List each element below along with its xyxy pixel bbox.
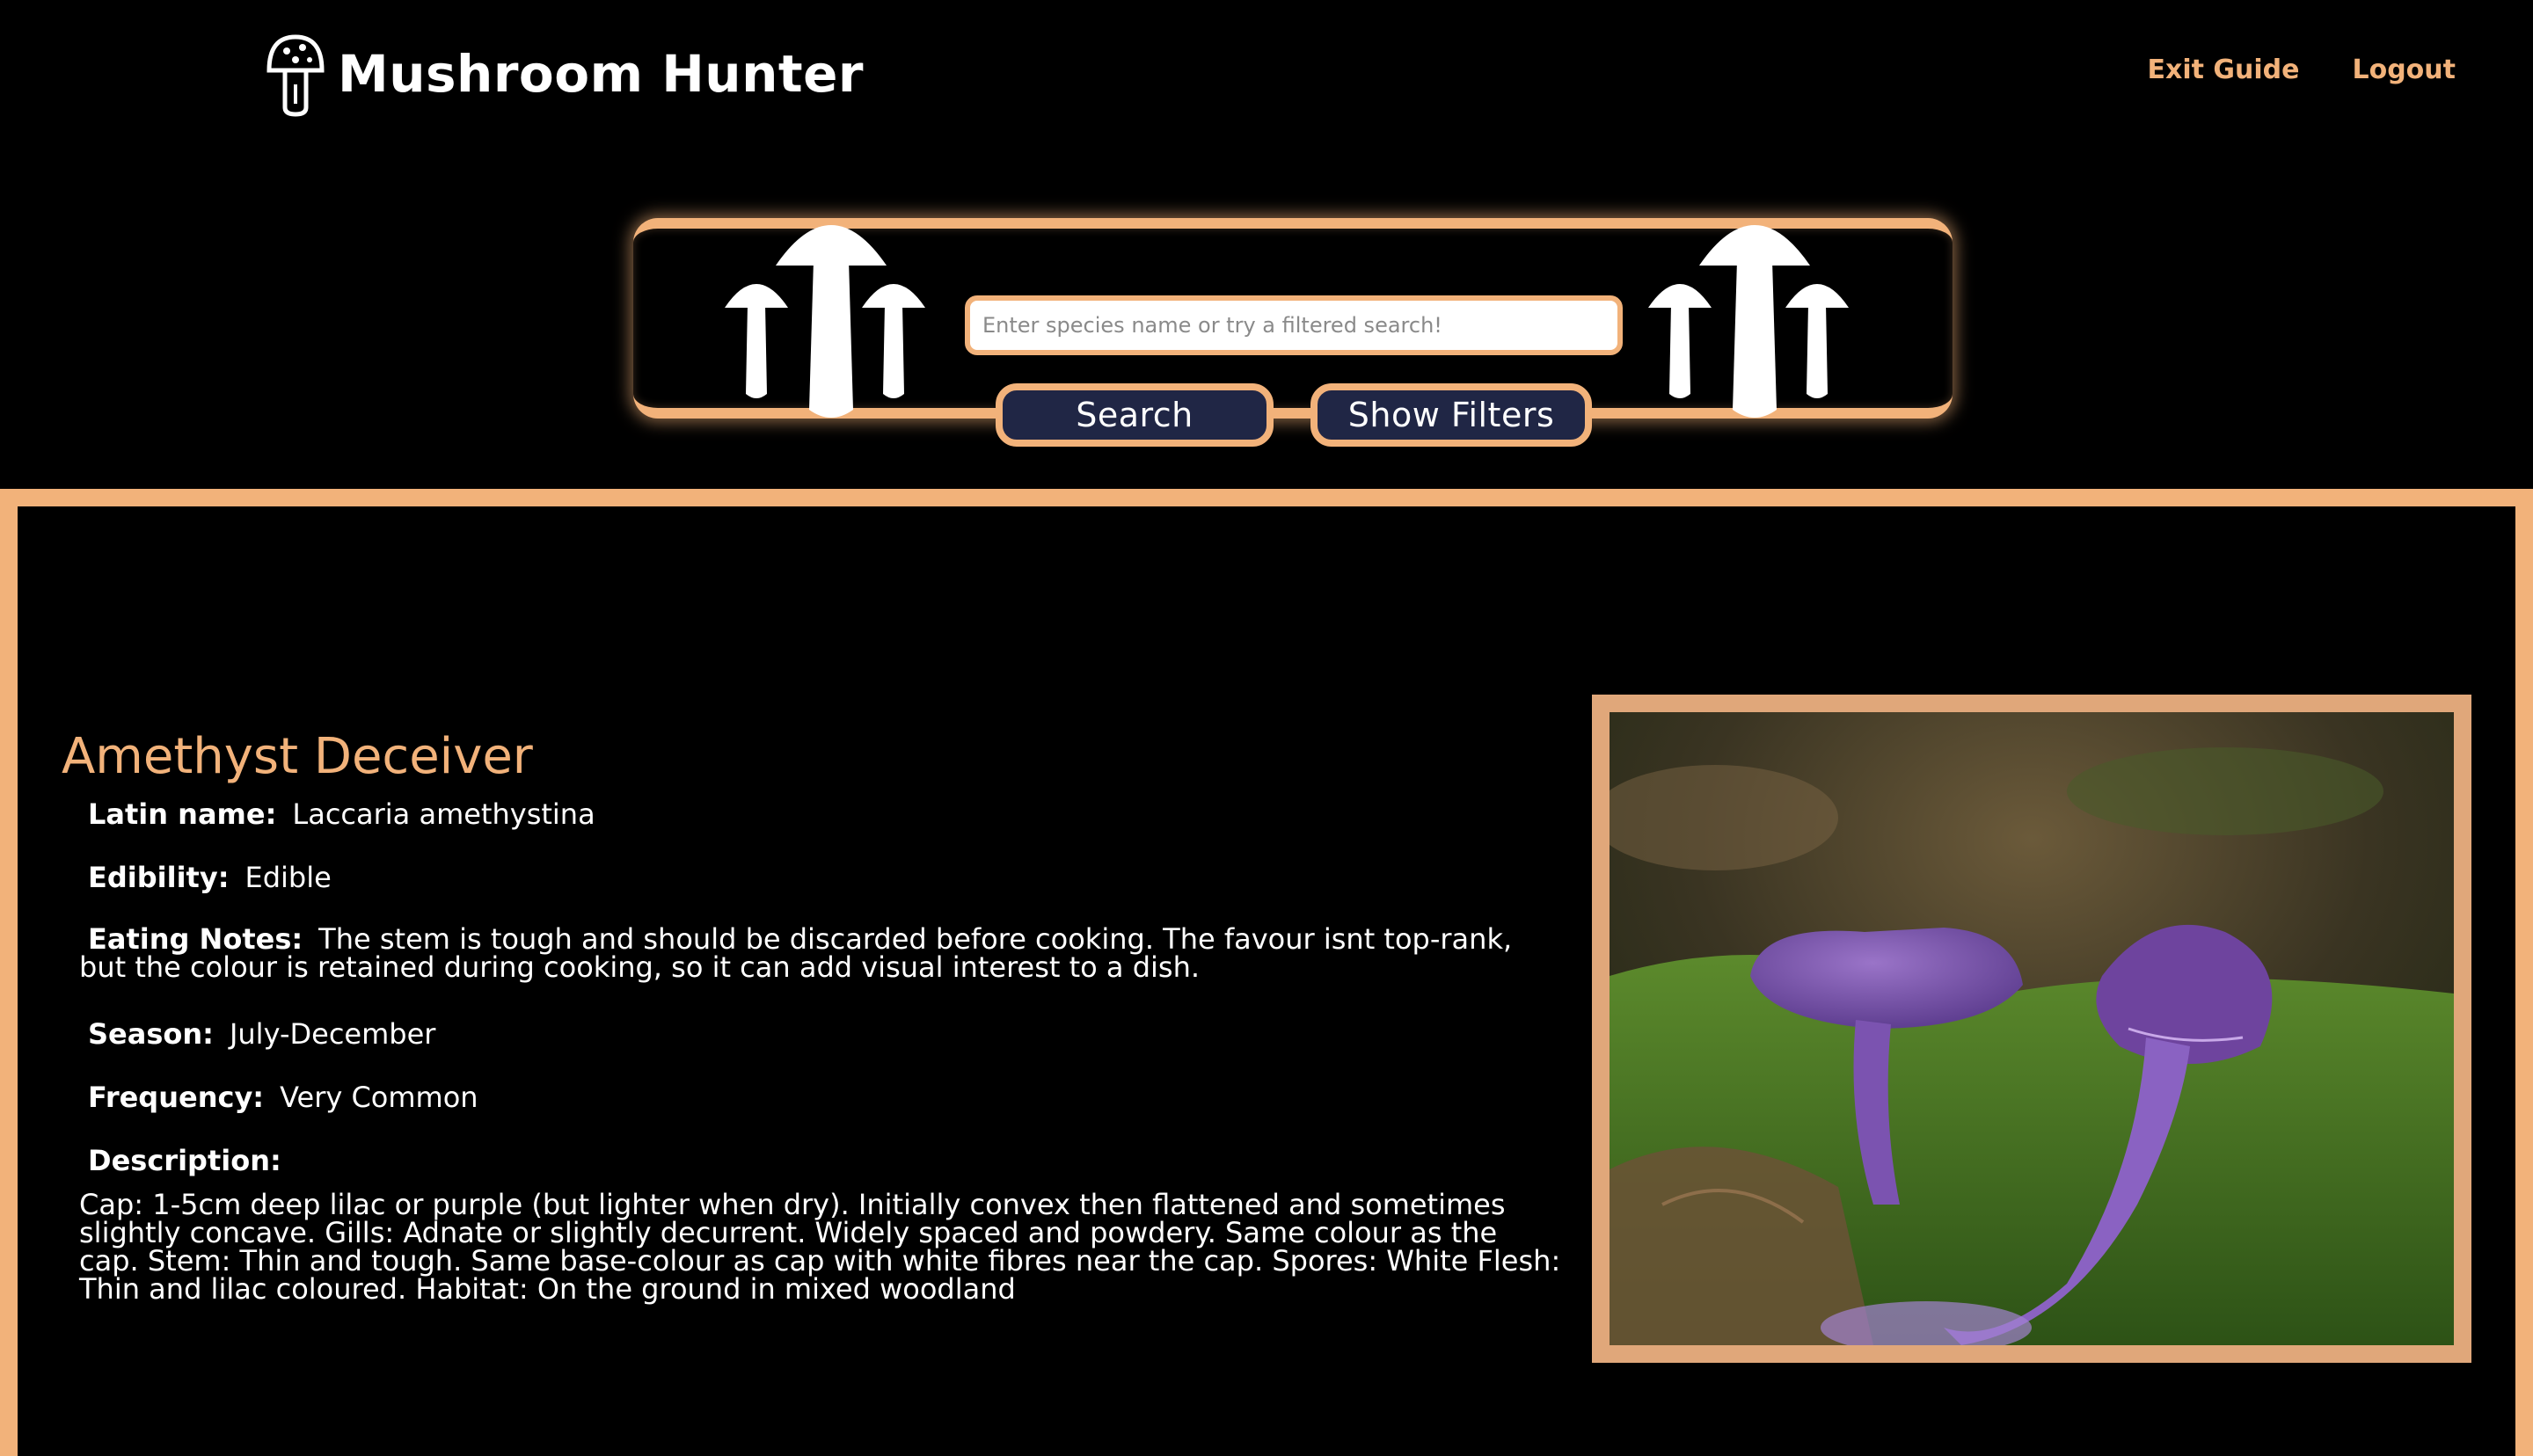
top-nav: Exit Guide Logout <box>2147 55 2456 85</box>
mushroom-cluster-icon <box>1648 225 1849 418</box>
show-filters-button[interactable]: Show Filters <box>1310 383 1592 447</box>
eating-notes-row: Eating Notes: The stem is tough and shoul… <box>79 925 1566 981</box>
frequency-row: Frequency: Very Common <box>88 1080 478 1115</box>
latin-name-row: Latin name: Laccaria amethystina <box>88 797 595 832</box>
frequency-label: Frequency: <box>88 1081 265 1114</box>
exit-guide-link[interactable]: Exit Guide <box>2147 55 2299 85</box>
edibility-row: Edibility: Edible <box>88 860 332 895</box>
latin-name-value: Laccaria amethystina <box>292 797 595 831</box>
brand[interactable]: Mushroom Hunter <box>264 30 864 118</box>
edibility-value: Edible <box>245 861 332 894</box>
description-value: Cap: 1-5cm deep lilac or purple (but lig… <box>79 1188 1561 1306</box>
species-title: Amethyst Deceiver <box>62 728 533 785</box>
description-label: Description: <box>88 1144 281 1177</box>
logout-link[interactable]: Logout <box>2352 55 2456 85</box>
search-input[interactable] <box>965 295 1623 355</box>
search-button[interactable]: Search <box>996 383 1274 447</box>
brand-title: Mushroom Hunter <box>338 44 865 104</box>
season-label: Season: <box>88 1017 214 1051</box>
latin-name-label: Latin name: <box>88 797 277 831</box>
season-row: Season: July-December <box>88 1016 435 1052</box>
species-photo <box>1592 695 2471 1363</box>
amethyst-deceiver-image <box>1610 712 2454 1345</box>
edibility-label: Edibility: <box>88 861 230 894</box>
frequency-value: Very Common <box>280 1081 478 1114</box>
description-label-row: Description: <box>88 1143 297 1178</box>
season-value: July-December <box>229 1017 436 1051</box>
mushroom-cluster-icon <box>725 225 925 418</box>
mushroom-icon <box>266 34 325 117</box>
